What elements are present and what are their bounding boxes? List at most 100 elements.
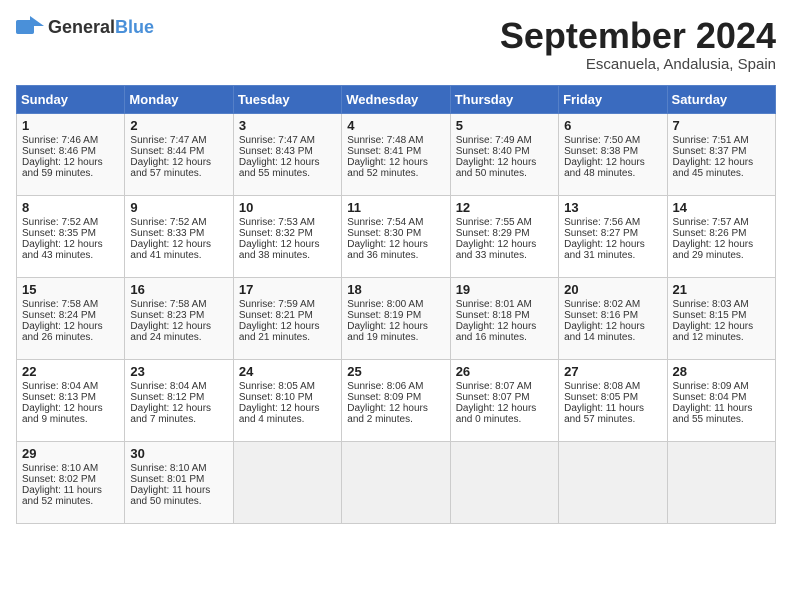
day-info-line: Sunset: 8:30 PM xyxy=(347,228,444,239)
day-info-line: Daylight: 12 hours xyxy=(239,157,336,168)
calendar-cell: 12Sunrise: 7:55 AMSunset: 8:29 PMDayligh… xyxy=(450,195,558,277)
day-info-line: Sunrise: 8:08 AM xyxy=(564,381,661,392)
day-info-line: Daylight: 12 hours xyxy=(130,157,227,168)
day-info-line: Sunset: 8:23 PM xyxy=(130,310,227,321)
day-info-line: Daylight: 12 hours xyxy=(239,321,336,332)
calendar-cell: 17Sunrise: 7:59 AMSunset: 8:21 PMDayligh… xyxy=(233,277,341,359)
day-number: 5 xyxy=(456,118,553,133)
day-info-line: Daylight: 12 hours xyxy=(673,321,770,332)
day-info-line: and 41 minutes. xyxy=(130,250,227,261)
day-info-line: Sunrise: 8:01 AM xyxy=(456,299,553,310)
day-info-line: Sunset: 8:07 PM xyxy=(456,392,553,403)
day-info-line: Sunrise: 8:03 AM xyxy=(673,299,770,310)
day-info-line: Daylight: 12 hours xyxy=(564,239,661,250)
day-info-line: Sunset: 8:09 PM xyxy=(347,392,444,403)
day-info-line: Sunrise: 7:58 AM xyxy=(130,299,227,310)
day-info-line: Daylight: 12 hours xyxy=(22,239,119,250)
day-info-line: Daylight: 12 hours xyxy=(456,157,553,168)
day-number: 14 xyxy=(673,200,770,215)
calendar-cell: 4Sunrise: 7:48 AMSunset: 8:41 PMDaylight… xyxy=(342,113,450,195)
day-info-line: Daylight: 12 hours xyxy=(564,321,661,332)
day-info-line: Daylight: 12 hours xyxy=(456,239,553,250)
day-info-line: and 50 minutes. xyxy=(456,168,553,179)
day-number: 23 xyxy=(130,364,227,379)
calendar-week-row: 15Sunrise: 7:58 AMSunset: 8:24 PMDayligh… xyxy=(17,277,776,359)
day-info-line: Sunrise: 8:09 AM xyxy=(673,381,770,392)
day-info-line: Sunset: 8:37 PM xyxy=(673,146,770,157)
day-info-line: Sunrise: 7:55 AM xyxy=(456,217,553,228)
location-subtitle: Escanuela, Andalusia, Spain xyxy=(500,56,776,73)
day-info-line: Sunrise: 7:50 AM xyxy=(564,135,661,146)
day-number: 20 xyxy=(564,282,661,297)
calendar-header-row: SundayMondayTuesdayWednesdayThursdayFrid… xyxy=(17,85,776,113)
day-info-line: and 36 minutes. xyxy=(347,250,444,261)
day-number: 19 xyxy=(456,282,553,297)
day-info-line: and 45 minutes. xyxy=(673,168,770,179)
calendar-week-row: 29Sunrise: 8:10 AMSunset: 8:02 PMDayligh… xyxy=(17,441,776,523)
calendar-cell: 9Sunrise: 7:52 AMSunset: 8:33 PMDaylight… xyxy=(125,195,233,277)
day-info-line: Sunrise: 8:06 AM xyxy=(347,381,444,392)
day-info-line: Sunrise: 7:52 AM xyxy=(22,217,119,228)
day-info-line: Daylight: 12 hours xyxy=(239,239,336,250)
day-number: 3 xyxy=(239,118,336,133)
calendar-cell: 22Sunrise: 8:04 AMSunset: 8:13 PMDayligh… xyxy=(17,359,125,441)
calendar-cell: 14Sunrise: 7:57 AMSunset: 8:26 PMDayligh… xyxy=(667,195,775,277)
day-info-line: and 31 minutes. xyxy=(564,250,661,261)
day-info-line: Daylight: 12 hours xyxy=(22,321,119,332)
calendar-cell: 18Sunrise: 8:00 AMSunset: 8:19 PMDayligh… xyxy=(342,277,450,359)
calendar-cell xyxy=(233,441,341,523)
day-info-line: Daylight: 11 hours xyxy=(673,403,770,414)
day-header-monday: Monday xyxy=(125,85,233,113)
calendar-cell: 10Sunrise: 7:53 AMSunset: 8:32 PMDayligh… xyxy=(233,195,341,277)
calendar-cell: 3Sunrise: 7:47 AMSunset: 8:43 PMDaylight… xyxy=(233,113,341,195)
day-header-thursday: Thursday xyxy=(450,85,558,113)
day-info-line: and 19 minutes. xyxy=(347,332,444,343)
calendar-cell: 6 Sunrise: 7:50 AMSunset: 8:38 PMDaylight… xyxy=(559,113,667,195)
day-info-line: Daylight: 12 hours xyxy=(673,157,770,168)
day-info-line: Daylight: 12 hours xyxy=(22,403,119,414)
day-info-line: and 43 minutes. xyxy=(22,250,119,261)
day-number: 18 xyxy=(347,282,444,297)
calendar-cell: 28Sunrise: 8:09 AMSunset: 8:04 PMDayligh… xyxy=(667,359,775,441)
calendar-cell: 5Sunrise: 7:49 AMSunset: 8:40 PMDaylight… xyxy=(450,113,558,195)
day-info-line: Sunset: 8:24 PM xyxy=(22,310,119,321)
calendar-cell: 29Sunrise: 8:10 AMSunset: 8:02 PMDayligh… xyxy=(17,441,125,523)
day-info-line: and 7 minutes. xyxy=(130,414,227,425)
day-info-line: Sunset: 8:29 PM xyxy=(456,228,553,239)
day-info-line: Sunrise: 8:00 AM xyxy=(347,299,444,310)
day-info-line: and 59 minutes. xyxy=(22,168,119,179)
calendar-cell: 23Sunrise: 8:04 AMSunset: 8:12 PMDayligh… xyxy=(125,359,233,441)
calendar-cell: 21Sunrise: 8:03 AMSunset: 8:15 PMDayligh… xyxy=(667,277,775,359)
day-number: 6 xyxy=(564,118,661,133)
day-info-line: Sunrise: 8:10 AM xyxy=(130,463,227,474)
calendar-cell: 7Sunrise: 7:51 AMSunset: 8:37 PMDaylight… xyxy=(667,113,775,195)
calendar-cell: 8Sunrise: 7:52 AMSunset: 8:35 PMDaylight… xyxy=(17,195,125,277)
day-info-line: and 4 minutes. xyxy=(239,414,336,425)
calendar-cell: 11Sunrise: 7:54 AMSunset: 8:30 PMDayligh… xyxy=(342,195,450,277)
day-info-line: and 14 minutes. xyxy=(564,332,661,343)
day-info-line: Daylight: 12 hours xyxy=(347,403,444,414)
calendar-cell xyxy=(342,441,450,523)
day-info-line: Sunset: 8:38 PM xyxy=(564,146,661,157)
day-info-line: and 12 minutes. xyxy=(673,332,770,343)
day-info-line: Sunset: 8:15 PM xyxy=(673,310,770,321)
day-number: 10 xyxy=(239,200,336,215)
calendar-cell: 13Sunrise: 7:56 AMSunset: 8:27 PMDayligh… xyxy=(559,195,667,277)
logo: GeneralBlue xyxy=(16,16,154,38)
day-info-line: Daylight: 12 hours xyxy=(564,157,661,168)
day-info-line: Sunrise: 7:57 AM xyxy=(673,217,770,228)
day-info-line: Sunrise: 7:47 AM xyxy=(239,135,336,146)
day-info-line: Daylight: 12 hours xyxy=(130,321,227,332)
day-info-line: Daylight: 12 hours xyxy=(456,403,553,414)
calendar-week-row: 1Sunrise: 7:46 AMSunset: 8:46 PMDaylight… xyxy=(17,113,776,195)
day-info-line: Sunset: 8:16 PM xyxy=(564,310,661,321)
day-info-line: Daylight: 11 hours xyxy=(130,485,227,496)
calendar-cell: 19Sunrise: 8:01 AMSunset: 8:18 PMDayligh… xyxy=(450,277,558,359)
day-info-line: Sunrise: 8:07 AM xyxy=(456,381,553,392)
day-info-line: Sunrise: 7:49 AM xyxy=(456,135,553,146)
day-info-line: Sunset: 8:27 PM xyxy=(564,228,661,239)
day-info-line: Sunrise: 7:48 AM xyxy=(347,135,444,146)
day-info-line: Sunset: 8:18 PM xyxy=(456,310,553,321)
day-info-line: Daylight: 12 hours xyxy=(347,157,444,168)
day-number: 27 xyxy=(564,364,661,379)
